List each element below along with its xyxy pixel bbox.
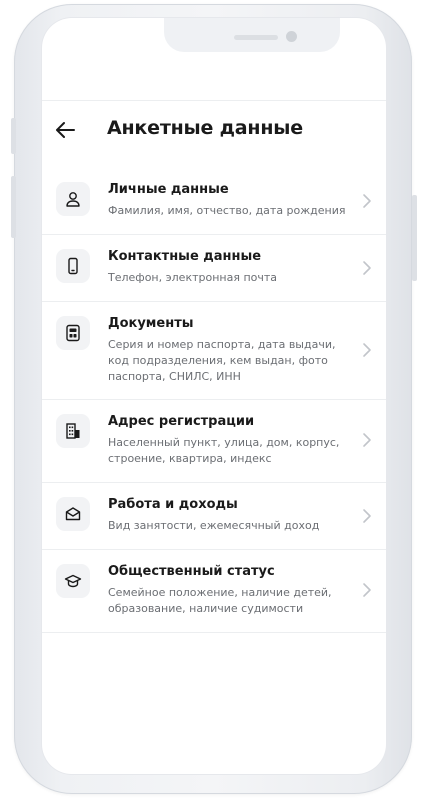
phone-side-button: [412, 195, 417, 281]
section-subtitle: Вид занятости, ежемесячный доход: [108, 519, 320, 532]
phone-notch: [164, 18, 340, 52]
chevron-right-icon: [363, 433, 371, 447]
phone-icon: [56, 249, 90, 283]
header-divider: [42, 100, 386, 101]
chevron-right-icon: [363, 509, 371, 523]
section-social-status[interactable]: Общественный статус Семейное положение, …: [42, 550, 386, 633]
section-subtitle: Телефон, электронная почта: [108, 271, 278, 284]
front-camera: [286, 31, 297, 42]
phone-side-button: [11, 118, 16, 154]
section-title: Контактные данные: [108, 249, 262, 264]
section-title: Работа и доходы: [108, 497, 238, 512]
section-work-income[interactable]: Работа и доходы Вид занятости, ежемесячн…: [42, 483, 386, 550]
section-title: Документы: [108, 316, 194, 331]
speaker-grille: [234, 35, 278, 40]
section-title: Общественный статус: [108, 564, 275, 579]
section-personal-data[interactable]: Личные данные Фамилия, имя, отчество, да…: [42, 168, 386, 235]
section-title: Адрес регистрации: [108, 414, 255, 429]
section-subtitle: Серия и номер паспорта, дата выдачи, код…: [108, 338, 336, 383]
briefcase-icon: [56, 497, 90, 531]
section-contact-data[interactable]: Контактные данные Телефон, электронная п…: [42, 235, 386, 302]
section-subtitle: Фамилия, имя, отчество, дата рождения: [108, 204, 346, 217]
person-icon: [56, 182, 90, 216]
arrow-left-icon: [56, 122, 75, 138]
graduation-cap-icon: [56, 564, 90, 598]
id-card-icon: [56, 316, 90, 350]
chevron-right-icon: [363, 194, 371, 208]
section-subtitle: Семейное положение, наличие детей, образ…: [108, 586, 332, 615]
phone-side-button: [11, 176, 16, 238]
phone-screen: Анкетные данные Личные данные Фамилия, и…: [42, 18, 386, 774]
section-title: Личные данные: [108, 182, 229, 197]
section-documents[interactable]: Документы Серия и номер паспорта, дата в…: [42, 302, 386, 400]
chevron-right-icon: [363, 261, 371, 275]
building-icon: [56, 414, 90, 448]
page-title: Анкетные данные: [107, 117, 303, 139]
section-subtitle: Населенный пункт, улица, дом, корпус, ст…: [108, 436, 340, 465]
section-registration-address[interactable]: Адрес регистрации Населенный пункт, улиц…: [42, 400, 386, 483]
back-button[interactable]: [52, 118, 78, 142]
chevron-right-icon: [363, 583, 371, 597]
questionnaire-sections-list: Личные данные Фамилия, имя, отчество, да…: [42, 168, 386, 633]
chevron-right-icon: [363, 343, 371, 357]
